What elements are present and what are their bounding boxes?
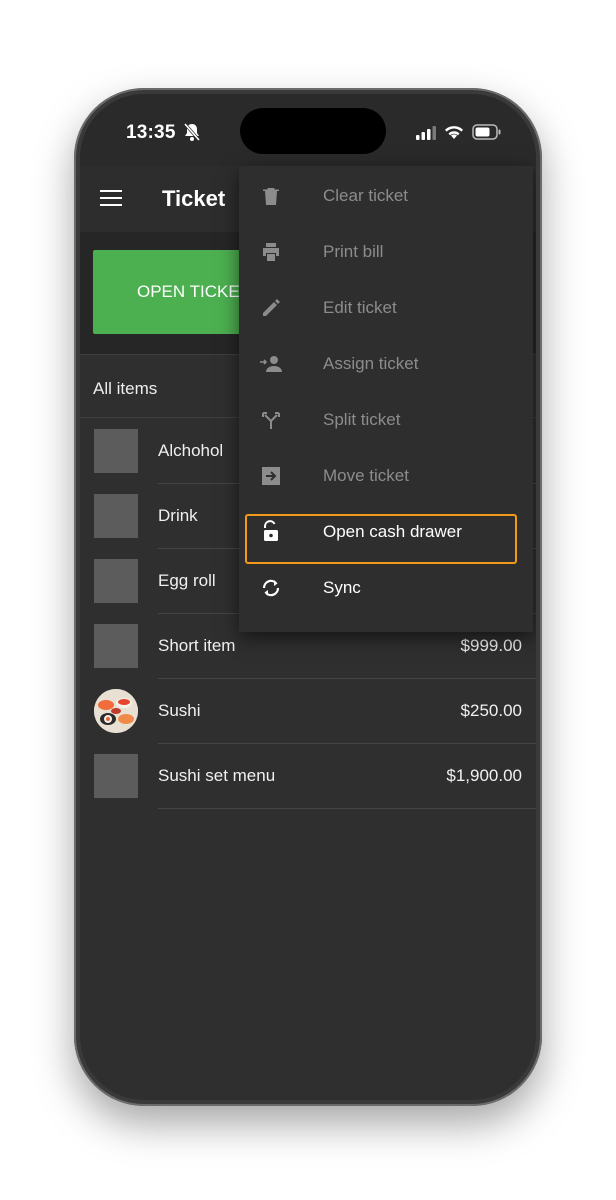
menu-item-move-ticket[interactable]: Move ticket (239, 448, 533, 504)
menu-item-label: Open cash drawer (323, 522, 462, 541)
menu-item-label: Clear ticket (323, 186, 409, 205)
page-title: Ticket (162, 186, 226, 211)
menu-item-label: Print bill (323, 242, 384, 261)
stage: 13:35 Ticket OPEN TICKETS All items Alch… (0, 0, 616, 1200)
item-name: Alchohol (158, 441, 224, 460)
item-price: $250.00 (460, 701, 522, 720)
item-thumbnail (94, 494, 138, 538)
item-name: Sushi set menu (158, 766, 276, 785)
signal-icon (416, 126, 436, 140)
printer-icon (263, 243, 279, 261)
menu-item-edit-ticket[interactable]: Edit ticket (239, 280, 533, 336)
item-name: Egg roll (158, 571, 216, 590)
item-thumbnail (94, 624, 138, 668)
pencil-icon (263, 299, 280, 316)
trash-icon (263, 188, 279, 205)
unlock-icon (264, 520, 278, 541)
menu-item-label: Move ticket (323, 466, 409, 485)
item-thumbnail (94, 754, 138, 798)
filter-label: All items (93, 379, 158, 398)
item-thumbnail (94, 559, 138, 603)
sushi-photo (94, 689, 138, 733)
battery-icon (472, 124, 501, 140)
move-ticket-icon (262, 467, 280, 485)
wifi-icon (445, 126, 463, 139)
menu-item-label: Assign ticket (323, 354, 419, 373)
item-price: $1,900.00 (446, 766, 522, 785)
ticket-options-menu: Clear ticket Print bill Edit ticket Assi… (239, 166, 533, 632)
menu-hamburger-icon[interactable] (100, 190, 122, 206)
list-item[interactable]: Sushi $250.00 (80, 679, 536, 744)
dynamic-island (240, 108, 386, 154)
phone-frame: 13:35 Ticket OPEN TICKETS All items Alch… (74, 88, 542, 1106)
split-icon (262, 412, 280, 429)
status-bar: 13:35 (80, 94, 536, 166)
assign-person-icon (260, 356, 282, 372)
bell-muted-icon (183, 123, 201, 141)
menu-item-print-bill[interactable]: Print bill (239, 224, 533, 280)
item-price: $999.00 (460, 636, 522, 655)
menu-item-label: Split ticket (323, 410, 401, 429)
list-item[interactable]: Sushi set menu $1,900.00 (80, 744, 536, 809)
status-time: 13:35 (126, 122, 176, 143)
item-name: Sushi (158, 701, 201, 720)
menu-item-split-ticket[interactable]: Split ticket (239, 392, 533, 448)
menu-item-open-cash-drawer[interactable]: Open cash drawer (239, 504, 533, 560)
sync-icon (262, 579, 280, 597)
item-name: Drink (158, 506, 198, 525)
item-name: Short item (158, 636, 236, 655)
menu-item-clear-ticket[interactable]: Clear ticket (239, 168, 533, 224)
menu-item-assign-ticket[interactable]: Assign ticket (239, 336, 533, 392)
app-screen: 13:35 Ticket OPEN TICKETS All items Alch… (80, 94, 536, 1100)
menu-item-label: Edit ticket (323, 298, 397, 317)
divider (158, 808, 536, 809)
menu-item-label: Sync (323, 578, 361, 597)
menu-item-sync[interactable]: Sync (239, 560, 533, 616)
item-thumbnail (94, 429, 138, 473)
